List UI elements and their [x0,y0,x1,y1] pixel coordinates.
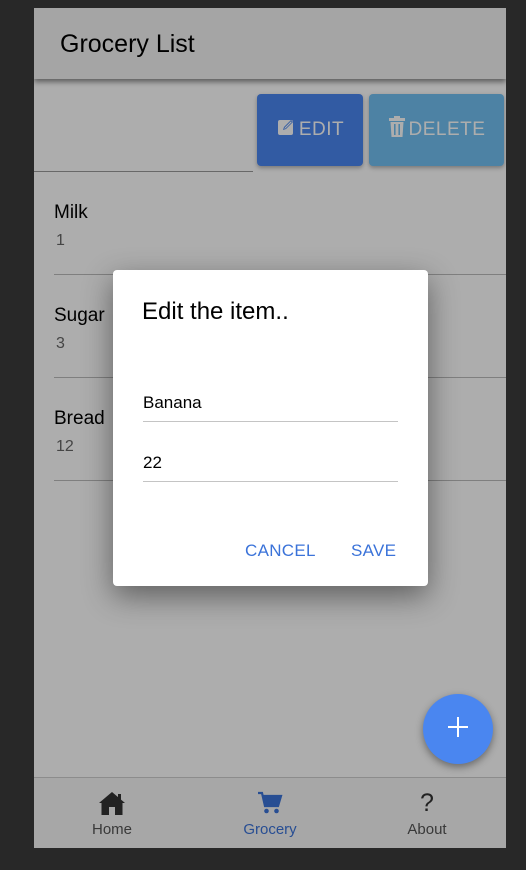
app-screen: Grocery List EDIT DELETE Milk 1 Sugar 3 … [34,8,506,848]
edit-item-dialog: Edit the item.. CANCEL SAVE [113,270,428,586]
item-name-input[interactable] [143,384,398,422]
dialog-title: Edit the item.. [142,298,289,325]
cancel-button[interactable]: CANCEL [245,541,316,561]
item-quantity-input[interactable] [143,444,398,482]
save-button[interactable]: SAVE [351,541,396,561]
plus-icon [447,716,469,743]
add-item-button[interactable] [423,694,493,764]
